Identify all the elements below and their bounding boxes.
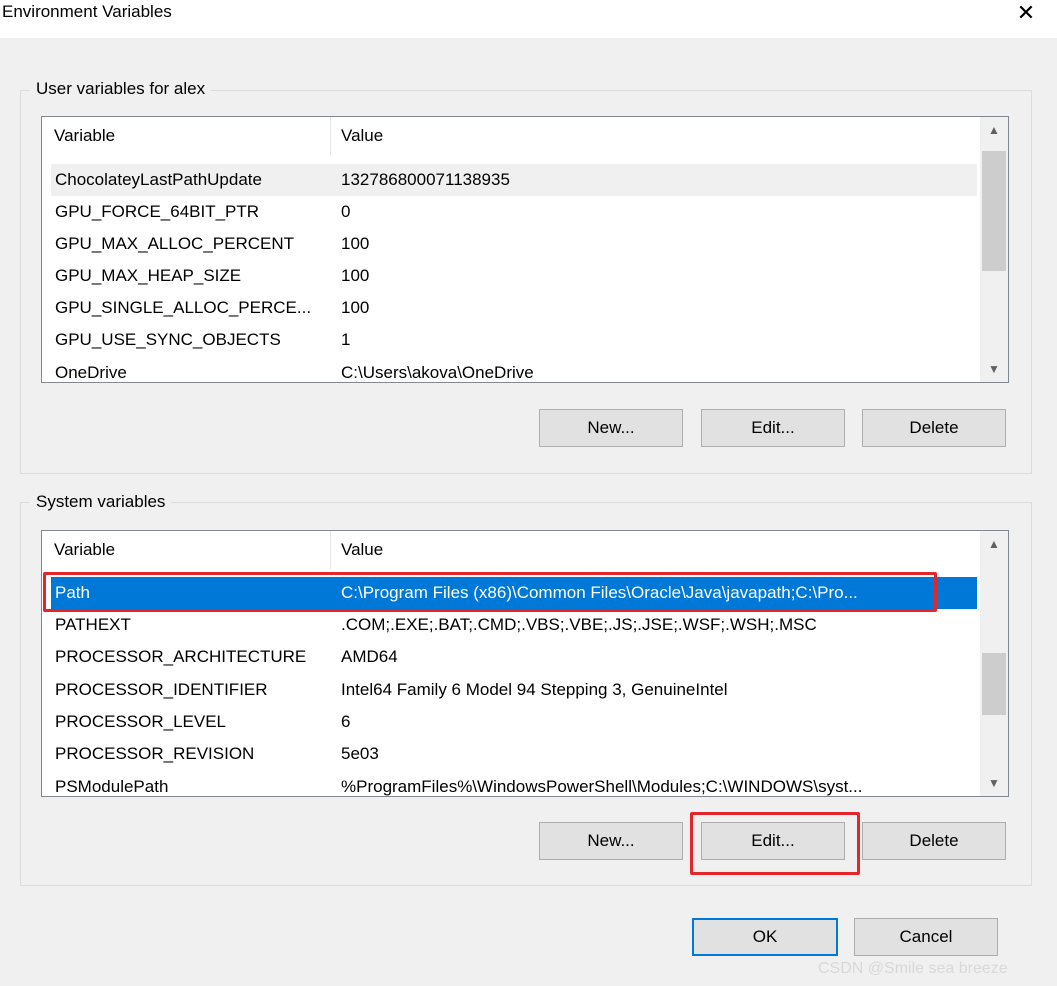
variable-value: 6 (341, 712, 351, 731)
vertical-scrollbar[interactable]: ▲ ▼ (980, 531, 1008, 796)
variable-value: 5e03 (341, 744, 379, 763)
variable-name: PROCESSOR_LEVEL (55, 712, 227, 731)
user-delete-button[interactable]: Delete (862, 409, 1006, 447)
column-header-value[interactable]: Value (331, 531, 978, 569)
column-header-variable[interactable]: Variable (42, 117, 331, 155)
close-icon[interactable]: ✕ (1000, 0, 1052, 30)
variable-value: Intel64 Family 6 Model 94 Stepping 3, Ge… (341, 680, 728, 699)
variable-value: 100 (341, 298, 370, 317)
variable-value: 132786800071138935 (341, 170, 510, 189)
user-new-button[interactable]: New... (539, 409, 683, 447)
variable-value: 0 (341, 202, 351, 221)
watermark: CSDN @Smile sea breeze (818, 960, 1008, 977)
variable-value: C:\Users\akova\OneDrive (341, 363, 534, 382)
variable-name: PROCESSOR_ARCHITECTURE (55, 647, 307, 666)
scroll-thumb[interactable] (982, 653, 1006, 715)
variable-name: ChocolateyLastPathUpdate (55, 170, 262, 189)
system-variables-label: System variables (30, 492, 172, 512)
scroll-down-icon[interactable]: ▼ (980, 356, 1008, 382)
variable-name: PATHEXT (55, 615, 131, 634)
variable-name: GPU_USE_SYNC_OBJECTS (55, 330, 281, 349)
user-variables-list[interactable]: Variable Value ChocolateyLastPathUpdate … (41, 116, 1009, 383)
system-variables-list[interactable]: Variable Value Path C:\Program Files (x8… (41, 530, 1009, 797)
cancel-button[interactable]: Cancel (854, 918, 998, 956)
variable-name: GPU_MAX_HEAP_SIZE (55, 266, 242, 285)
vertical-scrollbar[interactable]: ▲ ▼ (980, 117, 1008, 382)
column-header-variable[interactable]: Variable (42, 531, 331, 569)
table-row[interactable]: PROCESSOR_ARCHITECTURE AMD64 (51, 641, 977, 673)
system-new-button[interactable]: New... (539, 822, 683, 860)
variable-value: .COM;.EXE;.BAT;.CMD;.VBS;.VBE;.JS;.JSE;.… (341, 615, 817, 634)
list-header: Variable Value (42, 117, 978, 155)
table-row[interactable]: GPU_USE_SYNC_OBJECTS 1 (51, 324, 977, 356)
table-row[interactable]: PSModulePath %ProgramFiles%\WindowsPower… (51, 771, 977, 796)
scroll-up-icon[interactable]: ▲ (980, 531, 1008, 557)
scroll-down-icon[interactable]: ▼ (980, 770, 1008, 796)
variable-value: AMD64 (341, 647, 398, 666)
user-edit-button[interactable]: Edit... (701, 409, 845, 447)
table-row[interactable]: GPU_FORCE_64BIT_PTR 0 (51, 196, 977, 228)
table-row[interactable]: PROCESSOR_IDENTIFIER Intel64 Family 6 Mo… (51, 674, 977, 706)
user-variables-label: User variables for alex (30, 79, 212, 99)
variable-name: GPU_MAX_ALLOC_PERCENT (55, 234, 295, 253)
table-row[interactable]: ChocolateyLastPathUpdate 132786800071138… (51, 164, 977, 196)
title-bar: Environment Variables ✕ (0, 0, 1057, 38)
table-row[interactable]: PROCESSOR_REVISION 5e03 (51, 738, 977, 770)
table-row[interactable]: GPU_SINGLE_ALLOC_PERCE... 100 (51, 292, 977, 324)
scroll-thumb[interactable] (982, 151, 1006, 271)
variable-name: PROCESSOR_REVISION (55, 744, 255, 763)
variable-value: C:\Program Files (x86)\Common Files\Orac… (341, 583, 858, 602)
table-row[interactable]: GPU_MAX_HEAP_SIZE 100 (51, 260, 977, 292)
ok-button[interactable]: OK (692, 918, 838, 956)
variable-name: OneDrive (55, 363, 127, 382)
scroll-up-icon[interactable]: ▲ (980, 117, 1008, 143)
variable-name: PSModulePath (55, 777, 169, 796)
column-header-value[interactable]: Value (331, 117, 978, 155)
table-row[interactable]: GPU_MAX_ALLOC_PERCENT 100 (51, 228, 977, 260)
system-edit-button[interactable]: Edit... (701, 822, 845, 860)
variable-value: 1 (341, 330, 351, 349)
variable-value: 100 (341, 234, 370, 253)
variable-name: Path (55, 583, 90, 602)
table-row[interactable]: OneDrive C:\Users\akova\OneDrive (51, 357, 977, 382)
system-delete-button[interactable]: Delete (862, 822, 1006, 860)
window-title: Environment Variables (2, 2, 172, 21)
variable-value: %ProgramFiles%\WindowsPowerShell\Modules… (341, 777, 863, 796)
table-row[interactable]: PROCESSOR_LEVEL 6 (51, 706, 977, 738)
table-row-selected[interactable]: Path C:\Program Files (x86)\Common Files… (51, 577, 977, 609)
variable-name: GPU_FORCE_64BIT_PTR (55, 202, 260, 221)
variable-value: 100 (341, 266, 370, 285)
list-header: Variable Value (42, 531, 978, 569)
variable-name: GPU_SINGLE_ALLOC_PERCE... (55, 298, 312, 317)
variable-name: PROCESSOR_IDENTIFIER (55, 680, 268, 699)
table-row[interactable]: PATHEXT .COM;.EXE;.BAT;.CMD;.VBS;.VBE;.J… (51, 609, 977, 641)
